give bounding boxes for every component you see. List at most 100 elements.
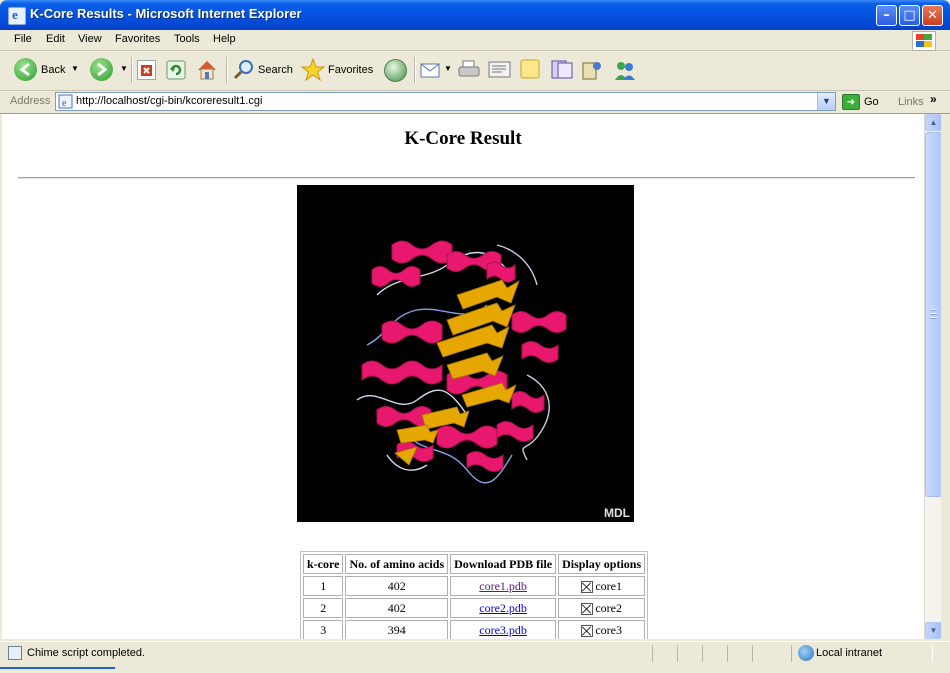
page-content: K-Core Result MDL k-core No. of amino ac… <box>2 114 924 639</box>
table-header-row: k-core No. of amino acids Download PDB f… <box>303 554 646 574</box>
mail-icon[interactable] <box>420 60 442 80</box>
table-row: 3 394 core3.pdb core3 <box>303 620 646 639</box>
display-option-label: core3 <box>595 622 622 637</box>
column-header-amino-acids: No. of amino acids <box>345 554 449 574</box>
display-option-cell: core2 <box>558 598 646 618</box>
favorites-button-label[interactable]: Favorites <box>328 64 373 76</box>
amino-acid-count: 402 <box>345 576 449 596</box>
address-dropdown-icon[interactable]: ▼ <box>817 93 835 110</box>
menu-edit[interactable]: Edit <box>46 33 65 45</box>
address-bar: Address e http://localhost/cgi-bin/kcore… <box>0 91 950 114</box>
home-icon[interactable] <box>195 58 219 82</box>
toolbar-separator <box>226 57 228 83</box>
taskbar-edge <box>0 665 950 673</box>
scrollbar-grip <box>930 313 937 315</box>
taskbar-highlight <box>0 667 115 669</box>
toolbar: Back ▼ ▼ Search Favorites ▼ <box>0 51 950 91</box>
display-checkbox[interactable] <box>581 580 594 593</box>
column-header-k-core: k-core <box>303 554 344 574</box>
vertical-scrollbar[interactable]: ▲ ▼ <box>924 114 942 639</box>
page-icon: e <box>58 94 73 109</box>
page-title: K-Core Result <box>404 128 522 149</box>
download-pdb-link[interactable]: core2.pdb <box>479 601 527 615</box>
amino-acid-count: 394 <box>345 620 449 639</box>
column-header-download: Download PDB file <box>450 554 557 574</box>
address-input[interactable]: e http://localhost/cgi-bin/kcoreresult1.… <box>55 92 836 111</box>
display-option-label: core2 <box>595 600 622 615</box>
go-arrow-icon[interactable]: ➜ <box>842 94 860 110</box>
display-checkbox[interactable] <box>581 624 594 637</box>
edit-page-icon[interactable] <box>488 60 512 80</box>
k-core-value: 3 <box>303 620 344 639</box>
research-icon[interactable] <box>550 59 574 81</box>
svg-text:e: e <box>62 98 67 109</box>
scroll-up-icon[interactable]: ▲ <box>925 114 942 131</box>
stop-icon[interactable] <box>137 60 156 80</box>
history-icon[interactable] <box>384 59 407 82</box>
local-intranet-icon <box>798 645 814 661</box>
download-cell: core2.pdb <box>450 598 557 618</box>
discuss-note-icon[interactable] <box>520 59 541 80</box>
menu-view[interactable]: View <box>78 33 102 45</box>
forward-history-dropdown[interactable]: ▼ <box>120 64 128 73</box>
mdl-watermark: MDL <box>604 506 630 520</box>
ie-logo-icon: e <box>8 7 26 25</box>
links-chevron-icon[interactable]: » <box>930 92 937 106</box>
display-option-cell: core1 <box>558 576 646 596</box>
title-bar[interactable]: e K-Core Results - Microsoft Internet Ex… <box>0 0 950 30</box>
toolbar-separator <box>414 57 416 83</box>
back-history-dropdown[interactable]: ▼ <box>71 64 79 73</box>
display-option-cell: core3 <box>558 620 646 639</box>
maximize-button[interactable]: □ <box>899 5 920 26</box>
favorites-star-icon[interactable] <box>300 57 326 83</box>
table-row: 1 402 core1.pdb core1 <box>303 576 646 596</box>
menu-help[interactable]: Help <box>213 33 236 45</box>
back-button-label[interactable]: Back <box>41 64 65 76</box>
display-checkbox[interactable] <box>581 602 594 615</box>
download-pdb-link[interactable]: core3.pdb <box>479 623 527 637</box>
contacts-icon[interactable] <box>612 58 638 82</box>
status-pane <box>752 645 792 662</box>
forward-arrow-icon[interactable] <box>90 58 113 81</box>
address-url[interactable]: http://localhost/cgi-bin/kcoreresult1.cg… <box>76 95 262 107</box>
scroll-down-icon[interactable]: ▼ <box>925 622 942 639</box>
protein-ribbon-image <box>356 240 567 484</box>
refresh-icon[interactable] <box>166 60 186 80</box>
status-pane <box>677 645 703 662</box>
menu-tools[interactable]: Tools <box>174 33 200 45</box>
display-option-label: core1 <box>595 578 622 593</box>
scrollbar-grip <box>930 309 937 311</box>
back-arrow-icon[interactable] <box>14 58 37 81</box>
download-cell: core3.pdb <box>450 620 557 639</box>
minimize-button[interactable]: – <box>876 5 897 26</box>
scrollbar-thumb[interactable] <box>925 132 942 497</box>
k-core-value: 1 <box>303 576 344 596</box>
table-row: 2 402 core2.pdb core2 <box>303 598 646 618</box>
status-pane <box>652 645 678 662</box>
messenger-icon[interactable] <box>580 58 604 82</box>
close-button[interactable]: ✕ <box>922 5 943 26</box>
status-pane <box>727 645 753 662</box>
search-icon[interactable] <box>232 58 256 82</box>
windows-flag-icon <box>912 31 936 51</box>
download-cell: core1.pdb <box>450 576 557 596</box>
go-button[interactable]: Go <box>864 96 879 108</box>
kcore-results-table: k-core No. of amino acids Download PDB f… <box>300 551 649 639</box>
menu-favorites[interactable]: Favorites <box>115 33 160 45</box>
window-title: K-Core Results - Microsoft Internet Expl… <box>30 6 302 21</box>
molecule-viewer[interactable]: MDL <box>297 185 634 522</box>
mail-dropdown[interactable]: ▼ <box>444 64 452 73</box>
status-text: Chime script completed. <box>27 647 145 659</box>
k-core-value: 2 <box>303 598 344 618</box>
menu-file[interactable]: File <box>14 33 32 45</box>
search-button-label[interactable]: Search <box>258 64 293 76</box>
amino-acid-count: 402 <box>345 598 449 618</box>
page-status-icon <box>8 646 22 660</box>
security-zone: Local intranet <box>816 647 883 659</box>
download-pdb-link[interactable]: core1.pdb <box>479 579 527 593</box>
window-frame <box>941 114 950 673</box>
print-icon[interactable] <box>458 60 480 80</box>
column-header-display-options: Display options <box>558 554 646 574</box>
menu-bar: File Edit View Favorites Tools Help <box>0 30 950 51</box>
links-label[interactable]: Links <box>898 96 924 108</box>
